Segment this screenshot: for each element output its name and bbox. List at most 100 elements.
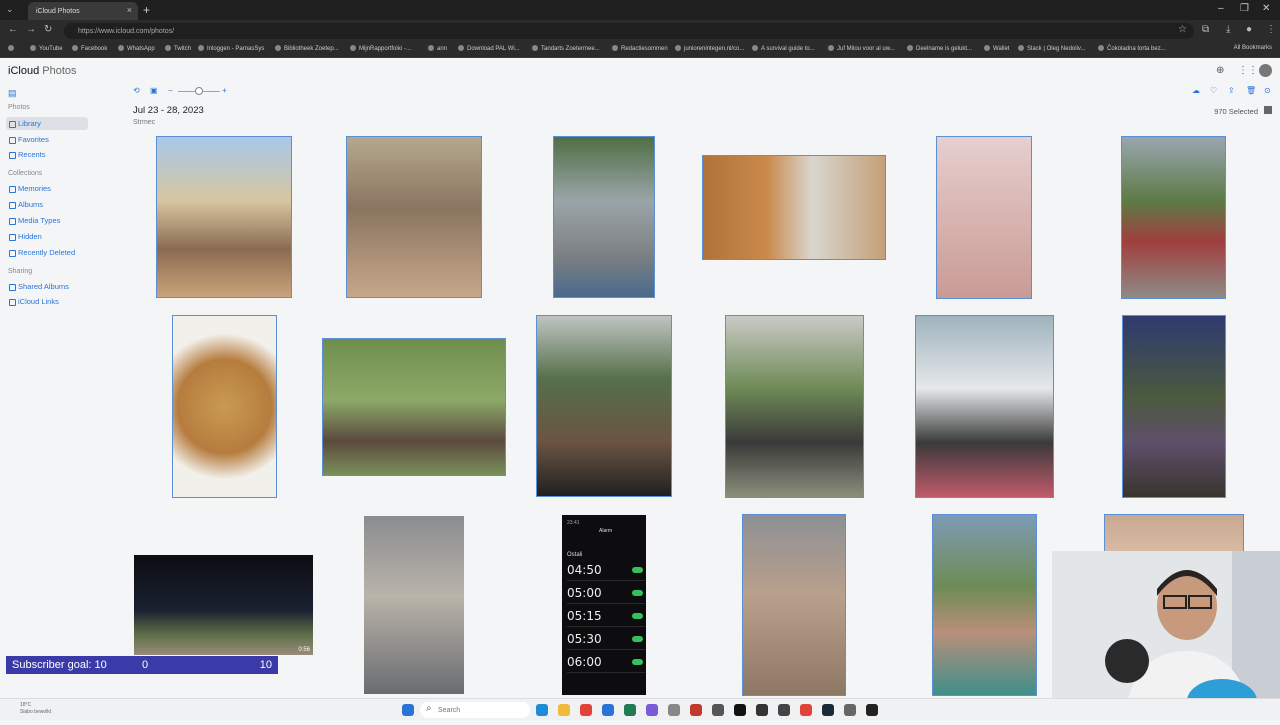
sidebar-item-recents[interactable]: Recents: [6, 148, 88, 161]
sidebar-item-shared-albums[interactable]: Shared Albums: [6, 280, 88, 293]
bookmark-item[interactable]: MijnRapportfolio -...: [350, 45, 411, 52]
photo-thumbnail[interactable]: [936, 136, 1032, 299]
chrome-icon[interactable]: [580, 704, 592, 716]
view-toggle-icon[interactable]: ▣: [150, 86, 158, 95]
photo-thumbnail[interactable]: [1121, 136, 1226, 299]
sidebar-item-memories[interactable]: Memories: [6, 182, 88, 195]
delete-icon[interactable]: 🗑: [1246, 86, 1256, 95]
minimize-icon[interactable]: –: [1218, 3, 1224, 14]
alarm-screenshot-thumbnail[interactable]: 23:41 Alarm Ostali 04:50 05:00 05:15 05:…: [562, 515, 646, 695]
selected-count: 970 Selected: [1214, 107, 1258, 116]
app-icon[interactable]: [756, 704, 768, 716]
taskbar-search-input[interactable]: Search: [420, 702, 530, 718]
windows-start-icon[interactable]: [402, 704, 414, 716]
photo-thumbnail[interactable]: [156, 136, 292, 298]
browser-tab[interactable]: iCloud Photos ×: [28, 2, 138, 20]
sidebar-toggle-icon[interactable]: ▤: [8, 88, 17, 99]
bookmark-item[interactable]: Tandarts Zoetermee...: [532, 45, 600, 52]
sidebar-item-albums[interactable]: Albums: [6, 198, 88, 211]
file-explorer-icon[interactable]: [558, 704, 570, 716]
account-avatar[interactable]: [1259, 64, 1272, 77]
favorite-icon[interactable]: ♡: [1210, 86, 1217, 95]
bookmark-item[interactable]: WhatsApp: [118, 45, 155, 52]
photo-thumbnail[interactable]: [742, 514, 846, 696]
reload-icon[interactable]: ↻: [44, 24, 52, 35]
photo-thumbnail[interactable]: [725, 315, 864, 498]
bookmark-item[interactable]: juniorenintegen.nl/co...: [675, 45, 744, 52]
bookmark-star-icon[interactable]: ☆: [1178, 24, 1187, 35]
tiktok-icon[interactable]: [734, 704, 746, 716]
app-icon[interactable]: [778, 704, 790, 716]
photo-thumbnail[interactable]: [346, 136, 482, 298]
bookmark-item[interactable]: Juf Milou voor al uw...: [828, 45, 895, 52]
teams-icon[interactable]: [646, 704, 658, 716]
back-icon[interactable]: ←: [8, 24, 18, 35]
bookmark-item[interactable]: Redactiesommen: [612, 45, 668, 52]
photo-thumbnail[interactable]: [1104, 514, 1244, 554]
app-grid-icon[interactable]: ⋮⋮: [1238, 65, 1258, 76]
bookmark-item[interactable]: Wallet: [984, 45, 1009, 52]
bookmark-item[interactable]: ann: [428, 45, 447, 52]
more-icon[interactable]: ⊙: [1264, 86, 1271, 95]
bookmark-item[interactable]: Deelname is gelukt...: [907, 45, 972, 52]
bookmark-item[interactable]: A survival guide to...: [752, 45, 815, 52]
sidebar-item-favorites[interactable]: Favorites: [6, 133, 88, 146]
photo-thumbnail[interactable]: [932, 514, 1037, 696]
video-thumbnail[interactable]: 0:56: [133, 554, 314, 656]
close-window-icon[interactable]: ✕: [1262, 3, 1270, 14]
sidebar-item-hidden[interactable]: Hidden: [6, 230, 88, 243]
bookmark-item[interactable]: Bibliotheek Zoetер...: [275, 45, 339, 52]
upload-cloud-icon[interactable]: ☁: [1192, 86, 1200, 95]
tab-list-icon[interactable]: ⌄: [6, 4, 14, 15]
app-icon[interactable]: [712, 704, 724, 716]
photo-thumbnail[interactable]: [363, 515, 465, 695]
maximize-icon[interactable]: ❐: [1240, 3, 1249, 14]
app-icon[interactable]: [844, 704, 856, 716]
sidebar-item-media-types[interactable]: Media Types: [6, 214, 88, 227]
app-icon[interactable]: [624, 704, 636, 716]
bookmark-item[interactable]: Download PAL Wi...: [458, 45, 520, 52]
select-icon[interactable]: [1264, 106, 1272, 114]
bookmark-item[interactable]: Čokoladna torta bez...: [1098, 45, 1166, 52]
app-icon[interactable]: [668, 704, 680, 716]
bookmark-item[interactable]: YouTube: [30, 45, 63, 52]
photo-thumbnail[interactable]: [322, 338, 506, 476]
forward-icon[interactable]: →: [26, 24, 36, 35]
bookmarks-apps-icon[interactable]: [8, 45, 17, 52]
extensions-icon[interactable]: ⧉: [1202, 24, 1209, 35]
weather-widget[interactable]: 18°C Slabo bewolkt: [20, 702, 51, 716]
all-bookmarks-link[interactable]: All Bookmarks: [1234, 45, 1272, 51]
browser-menu-icon[interactable]: ⋮: [1266, 24, 1276, 35]
url-input[interactable]: https://www.icloud.com/photos/: [64, 23, 1194, 39]
share-icon[interactable]: ⇪: [1228, 86, 1235, 95]
close-tab-icon[interactable]: ×: [127, 5, 132, 15]
bookmark-item[interactable]: Slack | Oleg Nedoliv...: [1018, 45, 1085, 52]
photo-thumbnail[interactable]: [536, 315, 672, 497]
add-icon[interactable]: ⊕: [1216, 65, 1224, 76]
zoom-slider-handle[interactable]: [195, 87, 203, 95]
new-tab-icon[interactable]: +: [143, 3, 150, 17]
photo-thumbnail[interactable]: [553, 136, 655, 298]
sidebar-item-library[interactable]: Library: [6, 117, 88, 130]
steam-icon[interactable]: [822, 704, 834, 716]
app-icon[interactable]: [690, 704, 702, 716]
store-icon[interactable]: [602, 704, 614, 716]
photo-thumbnail[interactable]: [1122, 315, 1226, 498]
edge-icon[interactable]: [536, 704, 548, 716]
sidebar-item-recently-deleted[interactable]: Recently Deleted: [6, 246, 88, 259]
bookmark-item[interactable]: Twitch: [165, 45, 191, 52]
profile-icon[interactable]: ●: [1246, 24, 1252, 35]
bookmark-item[interactable]: Facebook: [72, 45, 107, 52]
photo-thumbnail[interactable]: [915, 315, 1054, 498]
chrome-icon[interactable]: [800, 704, 812, 716]
obs-icon[interactable]: [866, 704, 878, 716]
photo-thumbnail[interactable]: [702, 155, 886, 260]
download-icon[interactable]: ⤓: [1226, 24, 1230, 35]
upload-icon[interactable]: ⟲: [133, 86, 140, 95]
bookmark-item[interactable]: Inloggen - ParnasSys: [198, 45, 264, 52]
app-logo[interactable]: iCloud Photos: [8, 65, 77, 77]
zoom-out-button[interactable]: −: [168, 86, 173, 95]
zoom-in-button[interactable]: +: [222, 86, 227, 95]
photo-thumbnail[interactable]: [172, 315, 277, 498]
sidebar-item-icloud-links[interactable]: iCloud Links: [6, 295, 88, 308]
